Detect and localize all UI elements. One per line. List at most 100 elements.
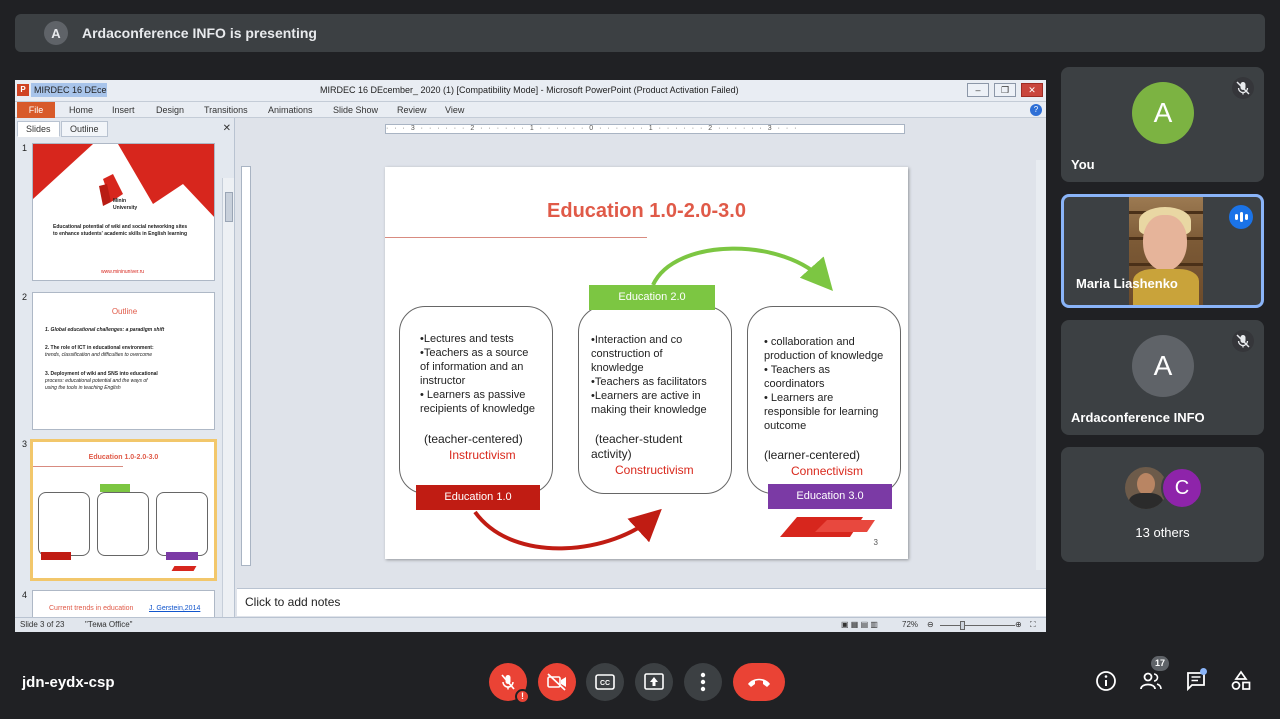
box3-center: (learner-centered) <box>764 448 861 462</box>
camera-toggle-button[interactable] <box>538 663 576 701</box>
chat-notification-dot <box>1200 668 1207 675</box>
slide-scrollbar[interactable] <box>1036 160 1046 570</box>
slide-thumbnail-image[interactable]: Outline 1. Global educational challenges… <box>32 292 215 430</box>
ribbon-tab-slideshow[interactable]: Slide Show <box>333 105 378 115</box>
ribbon-tab-insert[interactable]: Insert <box>112 105 135 115</box>
mic-off-icon <box>501 674 515 690</box>
fit-slide-icon[interactable]: ⛶ <box>1030 620 1036 630</box>
thumb3-title: Education 1.0-2.0-3.0 <box>88 454 159 461</box>
thumbnails-scrollbar[interactable] <box>222 178 234 618</box>
minimize-icon[interactable]: – <box>967 83 989 97</box>
participant-tile-ardaconference[interactable]: A Ardaconference INFO <box>1061 320 1264 435</box>
participant-video <box>1129 197 1203 305</box>
participant-name: You <box>1071 157 1095 172</box>
present-screen-icon <box>644 673 664 690</box>
education-1-label: Education 1.0 <box>416 485 540 510</box>
participant-name: Maria Liashenko <box>1076 276 1178 291</box>
thumb1-url: www.mininuniver.ru <box>101 269 145 275</box>
ribbon-tab-file[interactable]: File <box>17 102 55 118</box>
thumb3-label1 <box>41 552 71 560</box>
main-slide[interactable]: Education 1.0-2.0-3.0 •Lectures and test… <box>385 167 908 559</box>
people-count-badge: 17 <box>1151 656 1169 671</box>
svg-text:CC: CC <box>600 680 610 687</box>
education-1-box: •Lectures and tests •Teachers as a sourc… <box>399 306 553 494</box>
captions-button[interactable]: CC <box>586 663 624 701</box>
box2-center2: activity) <box>591 447 632 461</box>
zoom-level[interactable]: 72% <box>902 620 918 629</box>
activities-icon[interactable] <box>1228 668 1254 694</box>
notes-placeholder[interactable]: Click to add notes <box>245 595 340 609</box>
box1-center: (teacher-centered) <box>424 432 523 446</box>
panel-close-icon[interactable]: ✕ <box>223 123 231 134</box>
meeting-details-icon[interactable] <box>1093 668 1119 694</box>
help-icon[interactable]: ? <box>1030 104 1042 116</box>
ribbon-tab-design[interactable]: Design <box>156 105 184 115</box>
thumb2-item: trends, classification and difficulties … <box>45 352 152 358</box>
thumb3-logo <box>171 566 197 571</box>
slide-page-number: 3 <box>873 538 878 547</box>
ribbon-tabs: File Home Insert Design Transitions Anim… <box>15 102 1046 118</box>
participant-tile-you[interactable]: A You <box>1061 67 1264 182</box>
education-3-label: Education 3.0 <box>768 484 892 509</box>
slide-number: 3 <box>22 439 28 449</box>
thumb4-link[interactable]: J. Gerstein,2014 <box>149 605 200 614</box>
ribbon-tab-animations[interactable]: Animations <box>268 105 313 115</box>
more-vert-icon <box>700 672 706 692</box>
thumb2-item: 2. The role of ICT in educational enviro… <box>45 345 154 351</box>
thumb4-title: Current trends in education <box>49 605 134 612</box>
minin-logo-graphic <box>33 144 214 217</box>
ribbon-tab-review[interactable]: Review <box>397 105 427 115</box>
education-2-label: Education 2.0 <box>589 285 715 310</box>
leave-call-button[interactable] <box>733 663 785 701</box>
speaking-indicator-icon <box>1229 205 1253 229</box>
slide-thumbnail-image[interactable]: Education 1.0-2.0-3.0 <box>30 439 217 581</box>
thumb1-logo-line1: Minin <box>113 198 127 204</box>
thumb3-box1 <box>38 492 90 556</box>
panel-tabs: Slides Outline ✕ <box>15 121 234 137</box>
zoom-out-icon[interactable]: ⊖ <box>927 620 934 629</box>
box3-points: • collaboration and production of knowle… <box>764 336 884 432</box>
people-icon[interactable] <box>1138 668 1164 694</box>
thumb3-box3 <box>156 492 208 556</box>
avatar: A <box>1132 335 1194 397</box>
avatar: C <box>1161 467 1203 509</box>
document-tab[interactable]: MIRDEC 16 DEcem <box>31 83 107 97</box>
thumb2-item: 3. Deployment of wiki and SNS into educa… <box>45 371 158 377</box>
presenter-avatar: A <box>44 21 68 45</box>
ribbon-tab-transitions[interactable]: Transitions <box>204 105 248 115</box>
slide-number: 4 <box>22 590 28 600</box>
hang-up-icon <box>748 678 770 687</box>
box2-center1: (teacher-student <box>595 432 683 446</box>
participant-tile-maria[interactable]: Maria Liashenko <box>1061 194 1264 308</box>
slides-panel: Slides Outline ✕ 1 Minin University Educ… <box>15 118 235 620</box>
thumb2-item: process: educational potential and the w… <box>45 378 148 384</box>
scrollbar-thumb[interactable] <box>225 192 233 222</box>
tab-outline[interactable]: Outline <box>61 121 108 137</box>
mic-toggle-button[interactable]: ! <box>489 663 530 704</box>
thumb1-text2: to enhance students' academic skills in … <box>53 231 188 237</box>
zoom-slider-track[interactable] <box>940 625 1015 626</box>
slide-thumbnail-image[interactable]: Current trends in education J. Gerstein,… <box>32 590 215 620</box>
vertical-ruler <box>241 166 251 566</box>
thumb3-label2 <box>100 484 130 492</box>
slide-thumbnail-image[interactable]: Minin University Educational potential o… <box>32 143 215 281</box>
tab-slides[interactable]: Slides <box>17 121 60 137</box>
ribbon-tab-view[interactable]: View <box>445 105 464 115</box>
notes-pane[interactable]: Click to add notes <box>237 588 1046 616</box>
view-buttons[interactable]: ▣ ▦ ▤ ▥ <box>841 620 878 629</box>
zoom-in-icon[interactable]: ⊕ <box>1015 620 1022 629</box>
powerpoint-icon: P <box>17 84 29 96</box>
participant-tile-others[interactable]: C 13 others <box>1061 447 1264 562</box>
presenting-banner: A Ardaconference INFO is presenting <box>15 14 1265 52</box>
window-title: MIRDEC 16 DEcember_ 2020 (1) [Compatibil… <box>320 85 739 95</box>
more-options-button[interactable] <box>684 663 722 701</box>
present-button[interactable] <box>635 663 673 701</box>
zoom-slider-handle[interactable] <box>960 621 965 630</box>
restore-icon[interactable]: ❐ <box>994 83 1016 97</box>
status-bar: Slide 3 of 23 "Тема Office" ▣ ▦ ▤ ▥ 72% … <box>15 617 1046 632</box>
education-3-box: • collaboration and production of knowle… <box>747 306 901 494</box>
thumb3-underline <box>33 466 123 467</box>
close-icon[interactable]: ✕ <box>1021 83 1043 97</box>
box3-ism: Connectivism <box>791 464 864 478</box>
ribbon-tab-home[interactable]: Home <box>69 105 93 115</box>
